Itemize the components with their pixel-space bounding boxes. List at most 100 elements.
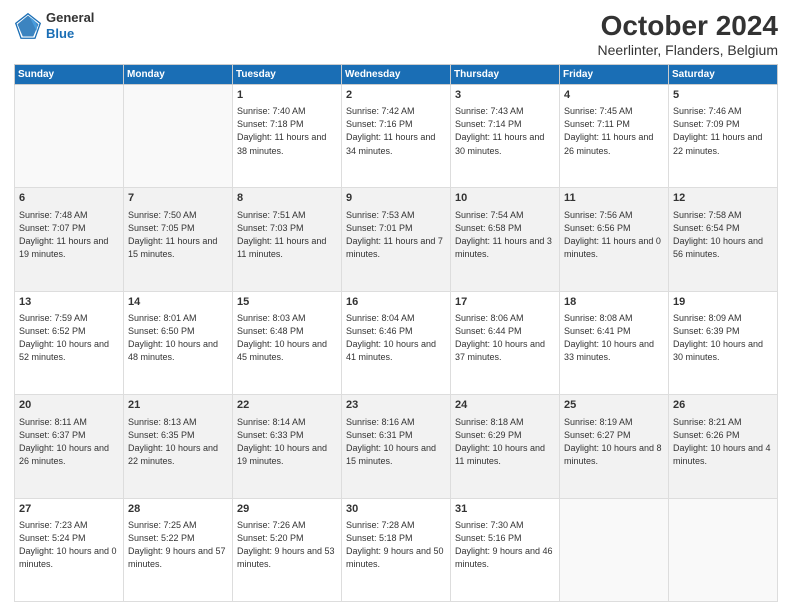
calendar-week-row: 13 Sunrise: 7:59 AMSunset: 6:52 PMDayligh… <box>15 291 778 394</box>
day-number: 12 <box>673 191 773 206</box>
calendar-cell <box>15 85 124 188</box>
calendar-cell: 3 Sunrise: 7:43 AMSunset: 7:14 PMDaylight… <box>451 85 560 188</box>
page-title: October 2024 <box>597 10 778 42</box>
calendar-cell: 31Sunrise: 7:30 AMSunset: 5:16 PMDayligh… <box>451 498 560 601</box>
day-detail: Sunrise: 8:19 AMSunset: 6:27 PMDaylight:… <box>564 416 664 468</box>
calendar-table: SundayMondayTuesdayWednesdayThursdayFrid… <box>14 64 778 602</box>
calendar-cell: 2Sunrise: 7:42 AMSunset: 7:16 PMDaylight… <box>342 85 451 188</box>
logo-icon <box>14 12 42 40</box>
day-detail: Sunrise: 7:59 AMSunset: 6:52 PMDaylight:… <box>19 312 119 364</box>
day-number: 31 <box>455 502 555 517</box>
calendar-cell: 18 Sunrise: 8:08 AMSunset: 6:41 PMDayligh… <box>560 291 669 394</box>
calendar-cell: 13 Sunrise: 7:59 AMSunset: 6:52 PMDayligh… <box>15 291 124 394</box>
calendar-header-row: SundayMondayTuesdayWednesdayThursdayFrid… <box>15 65 778 85</box>
day-detail: Sunrise: 7:50 AMSunset: 7:05 PMDaylight:… <box>128 209 228 261</box>
day-number: 26 <box>673 398 773 413</box>
calendar-cell: 27 Sunrise: 7:23 AMSunset: 5:24 PMDayligh… <box>15 498 124 601</box>
calendar-weekday-monday: Monday <box>124 65 233 85</box>
calendar-cell: 16 Sunrise: 8:04 AMSunset: 6:46 PMDayligh… <box>342 291 451 394</box>
day-number: 4 <box>564 88 664 103</box>
calendar-cell: 25Sunrise: 8:19 AMSunset: 6:27 PMDayligh… <box>560 395 669 498</box>
page: General Blue October 2024 Neerlinter, Fl… <box>0 0 792 612</box>
day-number: 23 <box>346 398 446 413</box>
calendar-cell: 7 Sunrise: 7:50 AMSunset: 7:05 PMDaylight… <box>124 188 233 291</box>
day-number: 14 <box>128 295 228 310</box>
logo-line2: Blue <box>46 26 94 42</box>
day-number: 1 <box>237 88 337 103</box>
day-number: 17 <box>455 295 555 310</box>
day-detail: Sunrise: 8:03 AMSunset: 6:48 PMDaylight:… <box>237 312 337 364</box>
day-detail: Sunrise: 7:46 AMSunset: 7:09 PMDaylight:… <box>673 105 773 157</box>
calendar-cell: 8 Sunrise: 7:51 AMSunset: 7:03 PMDaylight… <box>233 188 342 291</box>
day-number: 27 <box>19 502 119 517</box>
day-number: 30 <box>346 502 446 517</box>
calendar-cell: 9 Sunrise: 7:53 AMSunset: 7:01 PMDaylight… <box>342 188 451 291</box>
day-detail: Sunrise: 7:43 AMSunset: 7:14 PMDaylight:… <box>455 105 555 157</box>
calendar-cell: 30Sunrise: 7:28 AMSunset: 5:18 PMDayligh… <box>342 498 451 601</box>
calendar-cell: 5Sunrise: 7:46 AMSunset: 7:09 PMDaylight… <box>669 85 778 188</box>
day-detail: Sunrise: 7:51 AMSunset: 7:03 PMDaylight:… <box>237 209 337 261</box>
calendar-cell: 26 Sunrise: 8:21 AMSunset: 6:26 PMDayligh… <box>669 395 778 498</box>
day-detail: Sunrise: 8:08 AMSunset: 6:41 PMDaylight:… <box>564 312 664 364</box>
day-number: 9 <box>346 191 446 206</box>
calendar-cell <box>560 498 669 601</box>
day-number: 20 <box>19 398 119 413</box>
day-number: 6 <box>19 191 119 206</box>
day-number: 13 <box>19 295 119 310</box>
calendar-weekday-tuesday: Tuesday <box>233 65 342 85</box>
day-detail: Sunrise: 8:21 AMSunset: 6:26 PMDaylight:… <box>673 416 773 468</box>
day-detail: Sunrise: 8:09 AMSunset: 6:39 PMDaylight:… <box>673 312 773 364</box>
calendar-cell: 6Sunrise: 7:48 AMSunset: 7:07 PMDaylight… <box>15 188 124 291</box>
day-number: 18 <box>564 295 664 310</box>
calendar-cell: 20 Sunrise: 8:11 AMSunset: 6:37 PMDayligh… <box>15 395 124 498</box>
calendar-cell <box>124 85 233 188</box>
day-detail: Sunrise: 7:53 AMSunset: 7:01 PMDaylight:… <box>346 209 446 261</box>
day-detail: Sunrise: 7:23 AMSunset: 5:24 PMDaylight:… <box>19 519 119 571</box>
calendar-cell: 14Sunrise: 8:01 AMSunset: 6:50 PMDayligh… <box>124 291 233 394</box>
day-detail: Sunrise: 7:58 AMSunset: 6:54 PMDaylight:… <box>673 209 773 261</box>
calendar-weekday-friday: Friday <box>560 65 669 85</box>
day-number: 21 <box>128 398 228 413</box>
day-number: 8 <box>237 191 337 206</box>
day-number: 10 <box>455 191 555 206</box>
calendar-cell: 22 Sunrise: 8:14 AMSunset: 6:33 PMDayligh… <box>233 395 342 498</box>
calendar-cell: 19Sunrise: 8:09 AMSunset: 6:39 PMDayligh… <box>669 291 778 394</box>
day-detail: Sunrise: 7:54 AMSunset: 6:58 PMDaylight:… <box>455 209 555 261</box>
calendar-cell: 29 Sunrise: 7:26 AMSunset: 5:20 PMDayligh… <box>233 498 342 601</box>
calendar-week-row: 27 Sunrise: 7:23 AMSunset: 5:24 PMDayligh… <box>15 498 778 601</box>
day-number: 11 <box>564 191 664 206</box>
day-detail: Sunrise: 8:11 AMSunset: 6:37 PMDaylight:… <box>19 416 119 468</box>
day-detail: Sunrise: 8:18 AMSunset: 6:29 PMDaylight:… <box>455 416 555 468</box>
day-detail: Sunrise: 7:40 AMSunset: 7:18 PMDaylight:… <box>237 105 337 157</box>
calendar-weekday-thursday: Thursday <box>451 65 560 85</box>
calendar-weekday-sunday: Sunday <box>15 65 124 85</box>
logo: General Blue <box>14 10 94 41</box>
calendar-cell <box>669 498 778 601</box>
calendar-cell: 23Sunrise: 8:16 AMSunset: 6:31 PMDayligh… <box>342 395 451 498</box>
calendar-cell: 24Sunrise: 8:18 AMSunset: 6:29 PMDayligh… <box>451 395 560 498</box>
title-block: October 2024 Neerlinter, Flanders, Belgi… <box>597 10 778 58</box>
day-number: 22 <box>237 398 337 413</box>
calendar-week-row: 1 Sunrise: 7:40 AMSunset: 7:18 PMDaylight… <box>15 85 778 188</box>
day-number: 28 <box>128 502 228 517</box>
day-number: 15 <box>237 295 337 310</box>
day-detail: Sunrise: 7:26 AMSunset: 5:20 PMDaylight:… <box>237 519 337 571</box>
day-number: 7 <box>128 191 228 206</box>
calendar-week-row: 6Sunrise: 7:48 AMSunset: 7:07 PMDaylight… <box>15 188 778 291</box>
day-detail: Sunrise: 7:25 AMSunset: 5:22 PMDaylight:… <box>128 519 228 571</box>
day-detail: Sunrise: 8:04 AMSunset: 6:46 PMDaylight:… <box>346 312 446 364</box>
day-number: 3 <box>455 88 555 103</box>
day-detail: Sunrise: 8:14 AMSunset: 6:33 PMDaylight:… <box>237 416 337 468</box>
day-number: 29 <box>237 502 337 517</box>
calendar-cell: 15 Sunrise: 8:03 AMSunset: 6:48 PMDayligh… <box>233 291 342 394</box>
day-detail: Sunrise: 7:45 AMSunset: 7:11 PMDaylight:… <box>564 105 664 157</box>
calendar-cell: 17 Sunrise: 8:06 AMSunset: 6:44 PMDayligh… <box>451 291 560 394</box>
logo-text: General Blue <box>46 10 94 41</box>
calendar-cell: 10 Sunrise: 7:54 AMSunset: 6:58 PMDayligh… <box>451 188 560 291</box>
calendar-cell: 11 Sunrise: 7:56 AMSunset: 6:56 PMDayligh… <box>560 188 669 291</box>
day-detail: Sunrise: 7:56 AMSunset: 6:56 PMDaylight:… <box>564 209 664 261</box>
header: General Blue October 2024 Neerlinter, Fl… <box>14 10 778 58</box>
calendar-cell: 21Sunrise: 8:13 AMSunset: 6:35 PMDayligh… <box>124 395 233 498</box>
day-detail: Sunrise: 8:06 AMSunset: 6:44 PMDaylight:… <box>455 312 555 364</box>
day-number: 16 <box>346 295 446 310</box>
